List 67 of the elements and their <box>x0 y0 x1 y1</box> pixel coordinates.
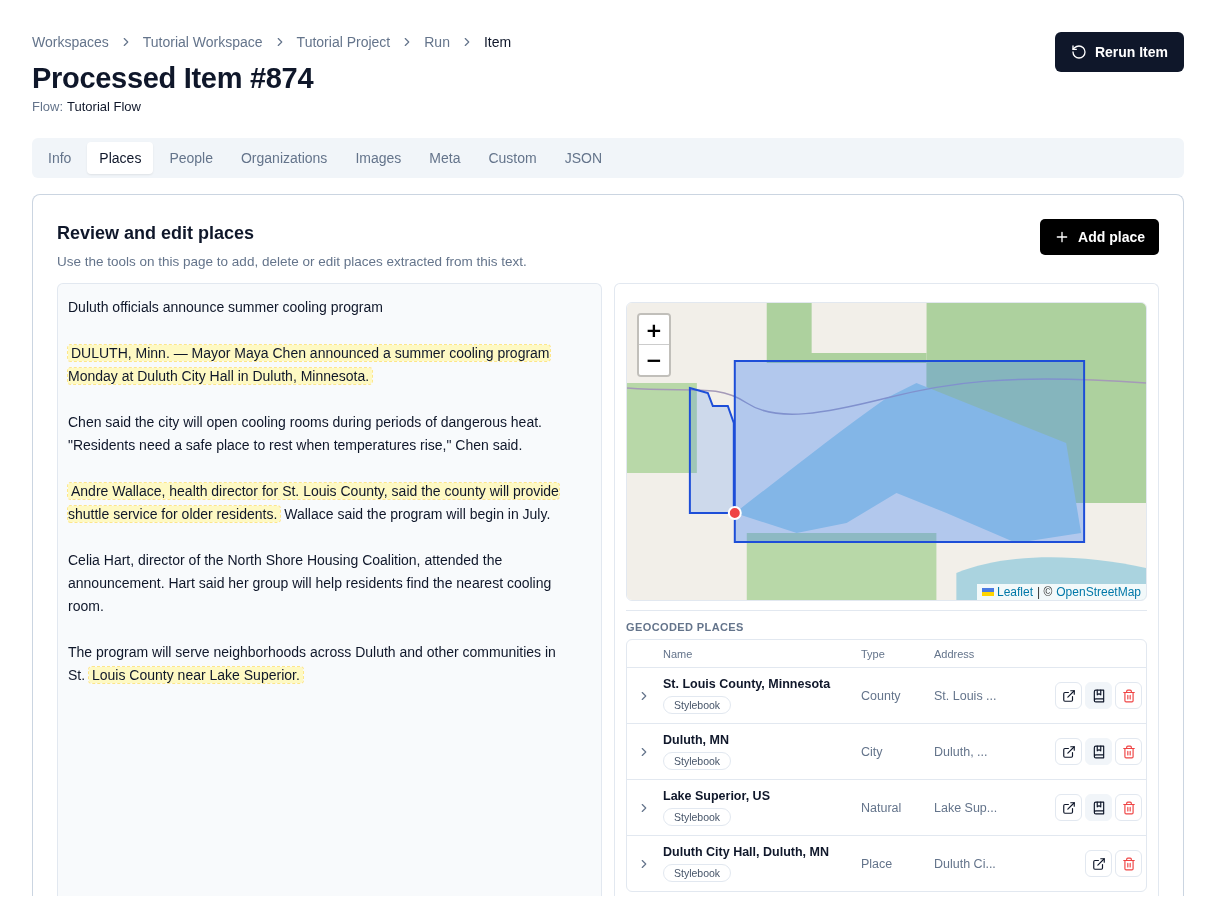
open-link-button[interactable] <box>1055 738 1082 765</box>
place-type: City <box>861 744 884 759</box>
card-subtitle: Use the tools on this page to add, delete or edit places extracted from this text. <box>57 254 527 269</box>
place-address: Lake Sup... <box>934 800 999 815</box>
article-paragraph: Chen said the city will open cooling rooms during periods of dangerous heat. "Residents need a safe place to rest when temperatures rise," Chen said. <box>68 413 543 455</box>
tab[interactable]: Organizations <box>229 142 340 174</box>
trash-icon <box>1121 856 1136 871</box>
flow-label: Flow: <box>32 99 64 114</box>
external-link-icon <box>1061 744 1076 759</box>
flow-name: Tutorial Flow <box>67 99 141 114</box>
article-paragraph: DULUTH, Minn. — Mayor Maya Chen announced a summer cooling program Monday at Duluth City Hall in Duluth, Minnesota. <box>68 344 551 386</box>
book-icon <box>1091 744 1106 759</box>
rerun-button[interactable]: Rerun Item <box>1054 32 1184 72</box>
trash-icon <box>1121 800 1136 815</box>
openstreetmap-link[interactable]: OpenStreetMap <box>1056 585 1141 599</box>
add-place-button[interactable]: Add place <box>1040 219 1159 255</box>
external-link-icon <box>1061 800 1076 815</box>
article-paragraph: Celia Hart, director of the North Shore Housing Coalition, attended the announcement. Hart said her group will help residents find the nearest cooling room. <box>68 551 553 616</box>
open-link-button[interactable] <box>1085 850 1112 877</box>
column-header: Name <box>663 647 694 660</box>
place-address: St. Louis ... <box>934 688 998 703</box>
place-name: Duluth, MN <box>663 733 730 747</box>
tab[interactable]: Info <box>36 142 84 174</box>
stylebook-button[interactable] <box>1085 738 1112 765</box>
article-paragraph: The program will serve neighborhoods across Duluth and other communities in St. Louis County near Lake Superior. <box>68 643 557 685</box>
place-type: Natural <box>861 800 903 815</box>
page-title: Processed Item #874 <box>32 62 315 95</box>
place-name: St. Louis County, Minnesota <box>663 677 832 691</box>
breadcrumb-link[interactable]: Run <box>424 34 450 50</box>
place-name: Duluth City Hall, Duluth, MN <box>663 845 830 859</box>
place-address: Duluth Ci... <box>934 856 997 871</box>
column-header: Type <box>861 647 886 660</box>
book-icon <box>1091 688 1106 703</box>
external-link-icon <box>1061 688 1076 703</box>
section-heading: GEOCODED PLACES <box>626 621 745 633</box>
tab[interactable]: Images <box>343 142 414 174</box>
tab[interactable]: Places <box>87 142 154 174</box>
card-title: Review and edit places <box>57 223 256 244</box>
breadcrumb-link[interactable]: Item <box>483 34 512 50</box>
open-link-button[interactable] <box>1055 794 1082 821</box>
place-type: Place <box>861 856 894 871</box>
attribution-separator: | © <box>1037 585 1053 599</box>
flag-icon <box>981 588 994 596</box>
place-name: Lake Superior, US <box>663 789 771 803</box>
refresh-icon <box>1070 44 1087 60</box>
column-header: Address <box>934 647 976 660</box>
tab[interactable]: People <box>157 142 225 174</box>
tab[interactable]: Custom <box>476 142 549 174</box>
breadcrumb-link[interactable]: Tutorial Workspace <box>142 34 263 50</box>
stylebook-button[interactable] <box>1085 794 1112 821</box>
tab[interactable]: JSON <box>552 142 614 174</box>
place-address: Duluth, ... <box>934 744 989 759</box>
tab[interactable]: Meta <box>417 142 473 174</box>
book-icon <box>1091 800 1106 815</box>
trash-icon <box>1121 744 1136 759</box>
zoom-out-button[interactable]: − <box>639 345 669 375</box>
external-link-icon <box>1091 856 1106 871</box>
open-link-button[interactable] <box>1055 682 1082 709</box>
leaflet-link[interactable]: Leaflet <box>981 585 1033 599</box>
place-type: County <box>861 688 902 703</box>
stylebook-button[interactable] <box>1085 682 1112 709</box>
article-paragraph: Duluth officials announce summer cooling program <box>68 298 384 317</box>
breadcrumb-link[interactable]: Tutorial Project <box>296 34 391 50</box>
breadcrumb-link[interactable]: Workspaces <box>32 34 109 50</box>
article-paragraph: Andre Wallace, health director for St. Louis County, said the county will provide shuttle service for older residents. Wallace said the program will begin in July. <box>68 482 560 524</box>
trash-icon <box>1121 688 1136 703</box>
zoom-in-button[interactable]: + <box>639 315 669 345</box>
